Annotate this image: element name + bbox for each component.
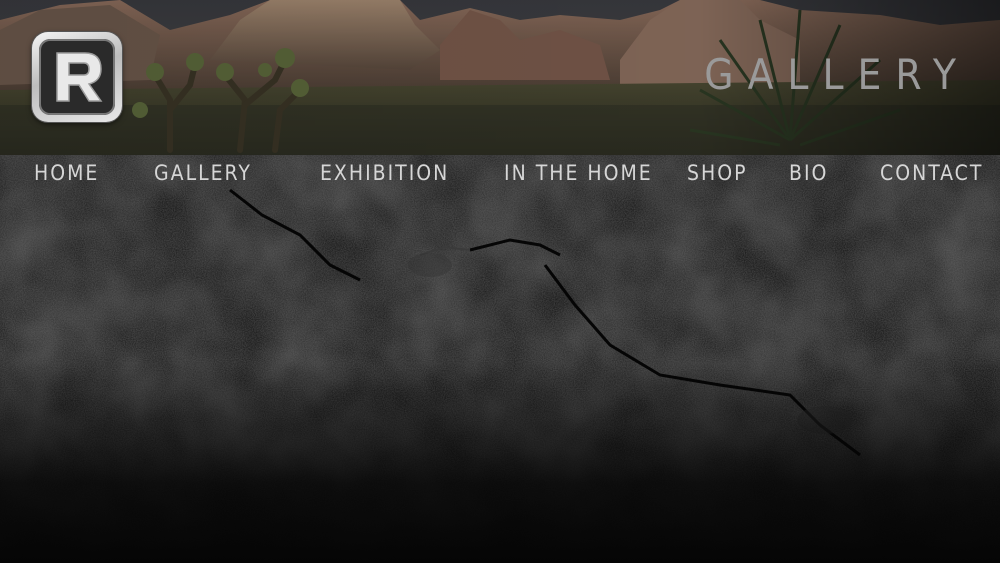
nav-item-home[interactable]: HOME xyxy=(34,161,99,185)
header-banner: GALLERY xyxy=(0,0,1000,155)
site-logo[interactable] xyxy=(32,32,122,122)
content-area xyxy=(0,155,1000,563)
nav-item-bio[interactable]: BIO xyxy=(789,161,828,185)
page-title: GALLERY xyxy=(704,50,970,99)
bottom-fade xyxy=(0,363,1000,563)
nav-item-gallery[interactable]: GALLERY xyxy=(154,161,252,185)
nav-item-contact[interactable]: CONTACT xyxy=(880,161,983,185)
r-logo-icon xyxy=(39,39,115,115)
main-navigation: HOME GALLERY EXHIBITION IN THE HOME SHOP… xyxy=(0,155,1000,195)
nav-item-in-the-home[interactable]: IN THE HOME xyxy=(504,161,653,185)
nav-item-exhibition[interactable]: EXHIBITION xyxy=(320,161,449,185)
nav-item-shop[interactable]: SHOP xyxy=(687,161,747,185)
